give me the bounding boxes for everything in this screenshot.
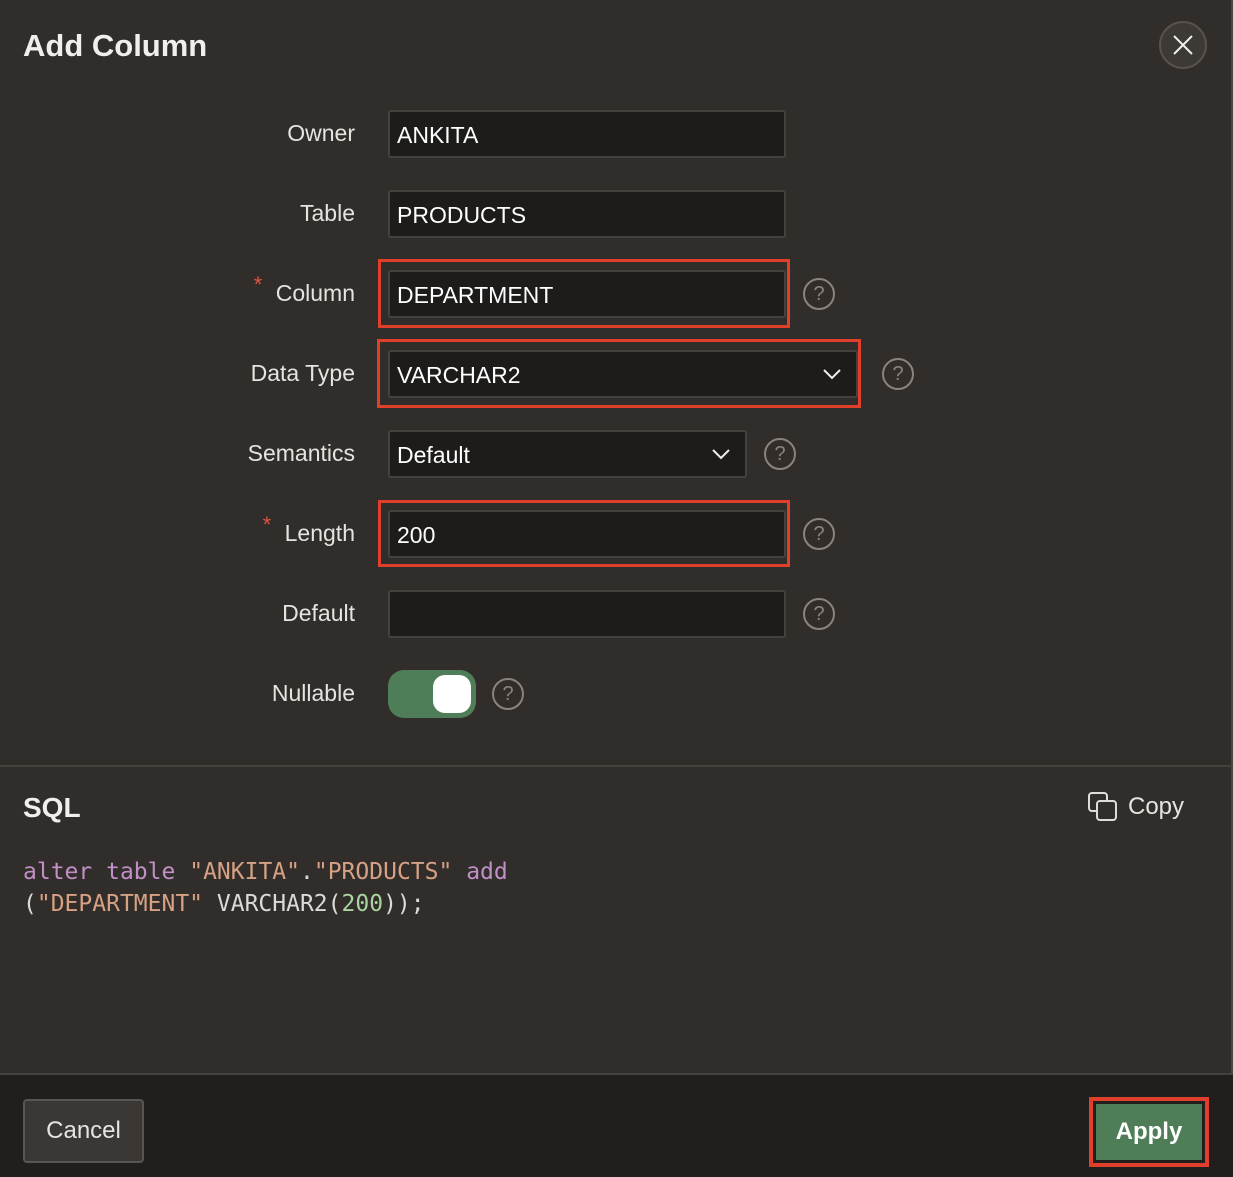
column-field[interactable]: DEPARTMENT [388, 270, 786, 318]
length-label-text: Length [284, 520, 355, 546]
nullable-label: Nullable [271, 680, 355, 706]
default-field[interactable] [388, 590, 786, 638]
table-field[interactable]: PRODUCTS [388, 190, 786, 238]
close-button[interactable] [1159, 21, 1207, 69]
copy-label: Copy [1128, 793, 1185, 820]
required-marker: * [253, 272, 263, 297]
sql-token: . [300, 859, 314, 885]
sql-token: alter [23, 859, 93, 885]
dialog-footer: Cancel Apply [0, 1073, 1233, 1177]
length-row: * Length 200 ? [0, 500, 1233, 567]
data-type-select[interactable]: VARCHAR2 [388, 350, 858, 398]
help-icon[interactable]: ? [764, 438, 796, 470]
column-label: * Column [254, 272, 355, 307]
sql-token: )); [383, 891, 425, 917]
length-field[interactable]: 200 [388, 510, 786, 558]
column-label-text: Column [275, 280, 355, 306]
help-icon[interactable]: ? [803, 278, 835, 310]
data-type-value: VARCHAR2 [397, 362, 521, 388]
sql-heading: SQL [23, 792, 81, 823]
add-column-dialog: Add Column Owner ANKITA Table PRODUCTS *… [0, 0, 1233, 1177]
chevron-down-icon [712, 449, 730, 460]
copy-button[interactable]: Copy [1088, 792, 1184, 822]
owner-field[interactable]: ANKITA [388, 110, 786, 158]
nullable-row: Nullable ? [0, 670, 1233, 718]
help-icon[interactable]: ? [803, 518, 835, 550]
sql-token: "PRODUCTS" [313, 859, 453, 885]
sql-token: VARCHAR2( [203, 891, 342, 917]
sql-token: "DEPARTMENT" [36, 891, 204, 917]
dialog-title: Add Column [23, 28, 208, 63]
owner-label: Owner [287, 120, 355, 146]
close-icon [1173, 35, 1193, 55]
sql-token: "ANKITA" [189, 859, 300, 885]
divider [0, 765, 1233, 767]
table-row: Table PRODUCTS [0, 190, 1233, 238]
semantics-row: Semantics Default ? [0, 430, 1233, 478]
apply-button[interactable]: Apply [1096, 1104, 1202, 1160]
semantics-select[interactable]: Default [388, 430, 747, 478]
owner-row: Owner ANKITA [0, 110, 1233, 158]
sql-code: alter table "ANKITA"."PRODUCTS" add ("DE… [23, 856, 508, 920]
length-label: * Length [263, 512, 355, 547]
sql-token: 200 [341, 891, 384, 917]
sql-token: add [466, 859, 508, 885]
data-type-label: Data Type [250, 360, 355, 386]
help-icon[interactable]: ? [803, 598, 835, 630]
chevron-down-icon [823, 369, 841, 380]
copy-icon [1088, 792, 1117, 821]
default-label: Default [282, 600, 355, 626]
apply-button-highlight: Apply [1089, 1097, 1209, 1167]
sql-token: ( [23, 891, 37, 917]
semantics-value: Default [397, 442, 470, 468]
column-row: * Column DEPARTMENT ? [0, 259, 1233, 328]
table-label: Table [300, 200, 355, 226]
help-icon[interactable]: ? [492, 678, 524, 710]
help-icon[interactable]: ? [882, 358, 914, 390]
default-row: Default ? [0, 590, 1233, 638]
required-marker: * [262, 512, 272, 537]
sql-token: table [106, 859, 176, 885]
nullable-toggle[interactable] [388, 670, 476, 718]
data-type-row: Data Type VARCHAR2 ? [0, 339, 1233, 408]
semantics-label: Semantics [247, 440, 355, 466]
cancel-button[interactable]: Cancel [23, 1099, 144, 1163]
toggle-knob [433, 675, 471, 713]
